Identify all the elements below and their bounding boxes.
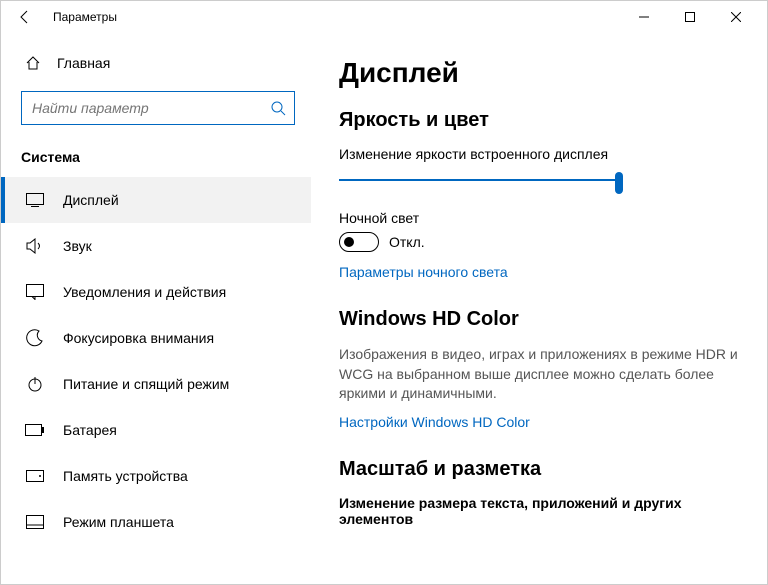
brightness-slider[interactable] bbox=[339, 168, 623, 192]
toggle-knob bbox=[344, 237, 354, 247]
search-icon bbox=[270, 100, 286, 116]
nav-label: Батарея bbox=[63, 422, 117, 438]
hd-heading: Windows HD Color bbox=[339, 308, 743, 331]
battery-icon bbox=[25, 424, 45, 436]
storage-icon bbox=[25, 470, 45, 482]
nav-item-battery[interactable]: Батарея bbox=[1, 407, 311, 453]
home-link[interactable]: Главная bbox=[1, 43, 311, 83]
toggle-state: Откл. bbox=[389, 234, 425, 250]
nav-item-display[interactable]: Дисплей bbox=[1, 177, 311, 223]
hd-settings-link[interactable]: Настройки Windows HD Color bbox=[339, 414, 530, 430]
nav-label: Уведомления и действия bbox=[63, 284, 226, 300]
slider-track bbox=[339, 179, 623, 181]
tablet-icon bbox=[25, 515, 45, 529]
nightlight-toggle[interactable] bbox=[339, 232, 379, 252]
nav-item-notifications[interactable]: Уведомления и действия bbox=[1, 269, 311, 315]
nav-label: Режим планшета bbox=[63, 514, 174, 530]
nav-label: Звук bbox=[63, 238, 92, 254]
page-heading: Дисплей bbox=[339, 57, 743, 89]
category-label: Система bbox=[1, 133, 311, 177]
focus-icon bbox=[25, 329, 45, 347]
main-panel: Дисплей Яркость и цвет Изменение яркости… bbox=[311, 33, 767, 584]
maximize-button[interactable] bbox=[667, 1, 713, 33]
back-button[interactable] bbox=[9, 1, 41, 33]
notifications-icon bbox=[25, 284, 45, 300]
brightness-heading: Яркость и цвет bbox=[339, 109, 743, 132]
sound-icon bbox=[25, 238, 45, 254]
nav-item-tablet[interactable]: Режим планшета bbox=[1, 499, 311, 545]
minimize-button[interactable] bbox=[621, 1, 667, 33]
display-icon bbox=[25, 193, 45, 207]
nav-item-focus[interactable]: Фокусировка внимания bbox=[1, 315, 311, 361]
scale-heading: Масштаб и разметка bbox=[339, 458, 743, 481]
window-title: Параметры bbox=[53, 10, 117, 24]
search-input[interactable] bbox=[30, 99, 270, 117]
brightness-label: Изменение яркости встроенного дисплея bbox=[339, 146, 743, 162]
nav-item-sound[interactable]: Звук bbox=[1, 223, 311, 269]
titlebar: Параметры bbox=[1, 1, 767, 33]
nav-label: Фокусировка внимания bbox=[63, 330, 214, 346]
search-box[interactable] bbox=[21, 91, 295, 125]
nav-label: Память устройства bbox=[63, 468, 188, 484]
home-label: Главная bbox=[57, 55, 110, 71]
nav-label: Дисплей bbox=[63, 192, 119, 208]
nav-item-storage[interactable]: Память устройства bbox=[1, 453, 311, 499]
home-icon bbox=[25, 55, 41, 71]
power-icon bbox=[25, 376, 45, 392]
sidebar: Главная Система Дисплей Звук Уведомлен bbox=[1, 33, 311, 584]
nightlight-label: Ночной свет bbox=[339, 210, 743, 226]
scale-label: Изменение размера текста, приложений и д… bbox=[339, 495, 743, 527]
nav-label: Питание и спящий режим bbox=[63, 376, 229, 392]
nav-item-power[interactable]: Питание и спящий режим bbox=[1, 361, 311, 407]
nightlight-settings-link[interactable]: Параметры ночного света bbox=[339, 264, 508, 280]
slider-thumb[interactable] bbox=[615, 172, 623, 194]
close-button[interactable] bbox=[713, 1, 759, 33]
hd-description: Изображения в видео, играх и приложениях… bbox=[339, 345, 743, 404]
